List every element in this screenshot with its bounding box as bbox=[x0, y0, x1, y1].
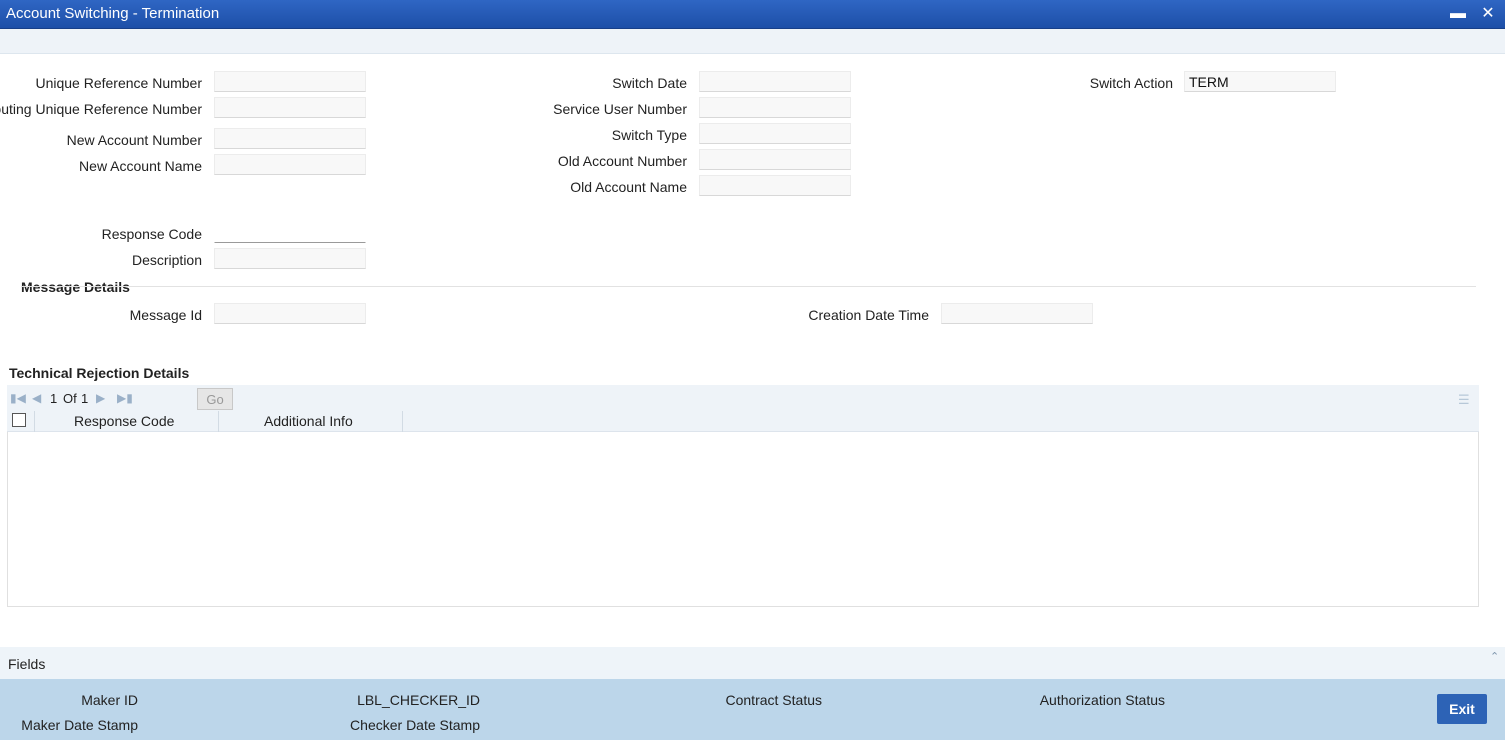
technical-rejection-heading: Technical Rejection Details bbox=[9, 365, 190, 381]
grid-header-row bbox=[7, 411, 1479, 432]
message-id-field[interactable] bbox=[214, 303, 366, 324]
close-icon[interactable]: ✕ bbox=[1478, 4, 1498, 24]
section-divider bbox=[21, 286, 1476, 287]
title-bar: Account Switching - Termination ▬ ✕ bbox=[0, 0, 1505, 29]
routing-unique-reference-number-field[interactable] bbox=[214, 97, 366, 118]
switch-type-label: Switch Type bbox=[611, 127, 687, 143]
switch-action-field[interactable]: TERM bbox=[1184, 71, 1336, 92]
current-page: 1 bbox=[50, 391, 58, 406]
checker-date-stamp-label: Checker Date Stamp bbox=[350, 717, 480, 733]
old-account-name-field[interactable] bbox=[699, 175, 851, 196]
message-id-label: Message Id bbox=[129, 307, 202, 323]
switch-date-field[interactable] bbox=[699, 71, 851, 92]
maker-date-stamp-label: Maker Date Stamp bbox=[21, 717, 138, 733]
fields-bar bbox=[0, 647, 1505, 679]
service-user-number-label: Service User Number bbox=[553, 101, 687, 117]
description-field[interactable] bbox=[214, 248, 366, 269]
rejection-grid bbox=[7, 411, 1479, 607]
column-header-additional-info[interactable]: Additional Info bbox=[264, 413, 353, 429]
switch-date-label: Switch Date bbox=[612, 75, 687, 91]
page-number-input[interactable] bbox=[132, 389, 192, 412]
window-title: Account Switching - Termination bbox=[6, 5, 220, 22]
first-page-icon[interactable]: ▮◀ bbox=[10, 391, 26, 405]
old-account-number-label: Old Account Number bbox=[557, 153, 687, 169]
switch-action-label: Switch Action bbox=[1089, 75, 1173, 91]
response-code-label: Response Code bbox=[101, 226, 202, 242]
page-of-label: Of bbox=[63, 391, 77, 406]
switch-type-field[interactable] bbox=[699, 123, 851, 144]
select-all-checkbox[interactable] bbox=[12, 413, 26, 427]
column-separator bbox=[34, 411, 35, 432]
column-separator bbox=[218, 411, 219, 432]
fields-label[interactable]: Fields bbox=[8, 656, 45, 672]
prev-page-icon[interactable]: ◀ bbox=[32, 391, 41, 405]
audit-footer bbox=[0, 679, 1505, 740]
column-header-response-code[interactable]: Response Code bbox=[74, 413, 174, 429]
column-separator bbox=[402, 411, 403, 432]
go-button[interactable]: Go bbox=[197, 388, 233, 410]
chevron-up-icon[interactable]: ⌃ bbox=[1490, 650, 1499, 663]
unique-reference-number-field[interactable] bbox=[214, 71, 366, 92]
old-account-name-label: Old Account Name bbox=[570, 179, 687, 195]
checker-id-label: LBL_CHECKER_ID bbox=[357, 692, 480, 708]
minimize-icon[interactable]: ▬ bbox=[1448, 4, 1468, 24]
grid-settings-icon[interactable]: ☰ bbox=[1458, 392, 1470, 408]
unique-reference-number-label: Unique Reference Number bbox=[35, 75, 202, 91]
new-account-name-field[interactable] bbox=[214, 154, 366, 175]
response-code-field[interactable] bbox=[214, 222, 366, 243]
new-account-number-field[interactable] bbox=[214, 128, 366, 149]
description-label: Description bbox=[131, 252, 202, 268]
total-pages: 1 bbox=[81, 391, 89, 406]
exit-button[interactable]: Exit bbox=[1437, 694, 1487, 724]
last-page-icon[interactable]: ▶▮ bbox=[117, 391, 133, 405]
new-account-name-label: New Account Name bbox=[79, 158, 202, 174]
new-account-number-label: New Account Number bbox=[66, 132, 202, 148]
service-user-number-field[interactable] bbox=[699, 97, 851, 118]
toolbar-strip bbox=[0, 29, 1505, 54]
maker-id-label: Maker ID bbox=[81, 692, 138, 708]
message-details-heading: Message Details bbox=[21, 279, 130, 295]
old-account-number-field[interactable] bbox=[699, 149, 851, 170]
creation-date-time-field[interactable] bbox=[941, 303, 1093, 324]
routing-unique-reference-number-label: Routing Unique Reference Number bbox=[0, 101, 202, 117]
next-page-icon[interactable]: ▶ bbox=[96, 391, 105, 405]
contract-status-label: Contract Status bbox=[725, 692, 823, 708]
creation-date-time-label: Creation Date Time bbox=[808, 307, 929, 323]
authorization-status-label: Authorization Status bbox=[1039, 692, 1165, 708]
